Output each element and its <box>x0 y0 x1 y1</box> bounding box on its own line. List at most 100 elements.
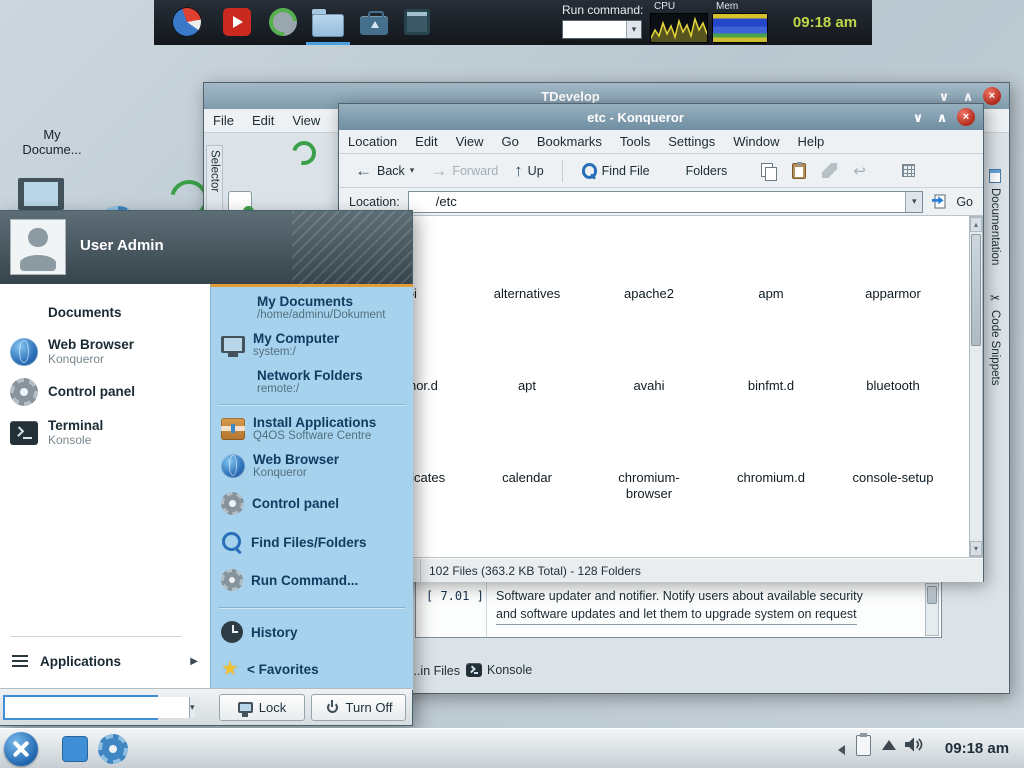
go-button[interactable]: Go <box>956 195 973 209</box>
media-app-launcher[interactable] <box>222 7 252 37</box>
scroll-down-button[interactable]: ▾ <box>970 541 982 556</box>
user-avatar[interactable] <box>10 219 66 275</box>
search-combo[interactable]: ▾ <box>3 695 158 720</box>
clipboard-tray-icon[interactable] <box>856 735 871 756</box>
software-update-launcher[interactable] <box>268 7 298 37</box>
menu-go[interactable]: Go <box>493 134 528 149</box>
menu-view[interactable]: View <box>283 113 329 128</box>
menu-item-documents[interactable]: Documents <box>0 294 210 331</box>
menu-item-web-browser[interactable]: Web Browser Konqueror <box>211 447 413 484</box>
folder-item[interactable]: avahi <box>588 328 710 420</box>
tray-collapse-icon[interactable] <box>838 745 845 755</box>
menu-help[interactable]: Help <box>788 134 833 149</box>
menu-settings[interactable]: Settings <box>659 134 724 149</box>
close-button[interactable]: × <box>983 87 1001 105</box>
folder-item[interactable]: alternatives <box>466 236 588 328</box>
volume-tray-icon[interactable] <box>904 736 923 758</box>
menu-item-favorites[interactable]: ★ < Favorites <box>211 651 413 687</box>
taskbar-clock[interactable]: 09:18 am <box>934 728 1020 768</box>
menu-edit[interactable]: Edit <box>406 134 446 149</box>
desktop-icon-my-documents[interactable]: My Docume... <box>14 80 90 158</box>
menu-item-network-folders[interactable]: Network Folders remote:/ <box>211 363 413 400</box>
taskbar-window-button[interactable] <box>62 736 88 762</box>
folder-item[interactable]: chromium-browser <box>588 420 710 512</box>
folder-item[interactable] <box>466 512 588 558</box>
back-button[interactable]: ← Back ▾ <box>349 159 420 182</box>
find-file-button[interactable]: Find File <box>575 160 656 182</box>
folder-item[interactable]: chromium.d <box>710 420 832 512</box>
copy-button[interactable] <box>755 160 782 182</box>
scrollbar[interactable]: ▴ ▾ <box>969 216 983 557</box>
folders-button[interactable]: Folders <box>660 161 734 181</box>
menu-item-find-files[interactable]: Find Files/Folders <box>211 523 413 561</box>
view-mode-button[interactable] <box>896 161 921 180</box>
menu-item-applications[interactable]: Applications ▶ <box>0 644 210 678</box>
folder-item[interactable]: apparmor <box>832 236 954 328</box>
bottom-tab-konsole[interactable]: Konsole <box>466 663 532 677</box>
menu-location[interactable]: Location <box>339 134 406 149</box>
run-command-dropdown[interactable]: ▾ <box>626 21 641 38</box>
print-button[interactable] <box>816 160 843 181</box>
folder-icon <box>501 426 553 464</box>
desktop-icon-computer[interactable] <box>18 178 64 210</box>
location-input[interactable]: /etc ▾ <box>408 191 924 213</box>
menu-item-terminal[interactable]: Terminal Konsole <box>0 412 210 453</box>
folder-item[interactable]: binfmt.d <box>710 328 832 420</box>
web-browser-launcher[interactable] <box>172 7 202 37</box>
scrollbar-thumb[interactable] <box>971 234 981 346</box>
selector-tab[interactable]: Selector <box>206 145 223 219</box>
menu-item-my-documents[interactable]: My Documents /home/adminu/Dokument <box>211 289 413 326</box>
lock-button[interactable]: Lock <box>219 694 305 721</box>
scrollbar[interactable] <box>925 583 939 636</box>
file-manager-launcher[interactable] <box>312 7 342 37</box>
folder-item[interactable]: console-setup <box>832 420 954 512</box>
close-button[interactable]: × <box>957 108 975 126</box>
menu-item-install-applications[interactable]: Install Applications Q4OS Software Centr… <box>211 410 413 447</box>
menu-file[interactable]: File <box>204 113 243 128</box>
folder-item[interactable]: apm <box>710 236 832 328</box>
menu-tools[interactable]: Tools <box>611 134 659 149</box>
konqueror-titlebar[interactable]: etc - Konqueror ∨ ∧ × <box>339 104 983 130</box>
turn-off-button[interactable]: Turn Off <box>311 694 406 721</box>
folder-item[interactable]: apt <box>466 328 588 420</box>
up-button[interactable]: ↑ Up <box>508 159 549 182</box>
menu-window[interactable]: Window <box>724 134 788 149</box>
start-menu-button[interactable] <box>4 732 38 766</box>
terminal-app-launcher[interactable] <box>402 7 432 37</box>
run-command-input[interactable]: ▾ <box>562 20 642 39</box>
dock-tab-code-snippets[interactable]: ✂ Code Snippets <box>985 291 1005 401</box>
folder-item[interactable]: bluetooth <box>832 328 954 420</box>
menu-item-control-panel[interactable]: Control panel <box>0 372 210 412</box>
folder-item[interactable] <box>832 512 954 558</box>
menu-item-run-command[interactable]: Run Command... <box>211 561 413 599</box>
search-dropdown-button[interactable]: ▾ <box>189 697 195 718</box>
start-menu-right-column: My Documents /home/adminu/Dokument My Co… <box>210 284 413 690</box>
back-history-caret[interactable]: ▾ <box>410 165 415 176</box>
reload-icon[interactable] <box>288 137 321 170</box>
scroll-up-button[interactable]: ▴ <box>970 217 982 232</box>
folder-item[interactable]: apache2 <box>588 236 710 328</box>
folder-item[interactable] <box>710 512 832 558</box>
undo-button[interactable]: ↩ <box>847 159 872 183</box>
location-dropdown-button[interactable]: ▾ <box>905 192 922 212</box>
folder-item[interactable]: calendar <box>466 420 588 512</box>
paste-button[interactable] <box>786 160 812 182</box>
settings-app-button[interactable] <box>98 734 128 764</box>
maximize-button[interactable]: ∧ <box>933 108 951 126</box>
minimize-button[interactable]: ∨ <box>909 108 927 126</box>
folder-item[interactable] <box>588 512 710 558</box>
menu-item-control-panel[interactable]: Control panel <box>211 484 413 523</box>
dock-tab-documentation[interactable]: Documentation <box>985 169 1005 279</box>
scrollbar-thumb[interactable] <box>927 586 937 604</box>
forward-button[interactable]: → Forward <box>424 159 504 182</box>
menu-item-history[interactable]: History <box>211 613 413 651</box>
menu-bookmarks[interactable]: Bookmarks <box>528 134 611 149</box>
go-icon[interactable] <box>931 194 948 210</box>
menu-view[interactable]: View <box>447 134 493 149</box>
updates-tray-icon[interactable] <box>882 740 896 750</box>
archive-app-launcher[interactable] <box>360 7 390 37</box>
menu-edit[interactable]: Edit <box>243 113 283 128</box>
menu-item-web-browser[interactable]: Web Browser Konqueror <box>0 331 210 372</box>
search-input[interactable] <box>5 697 189 718</box>
menu-item-my-computer[interactable]: My Computer system:/ <box>211 326 413 363</box>
